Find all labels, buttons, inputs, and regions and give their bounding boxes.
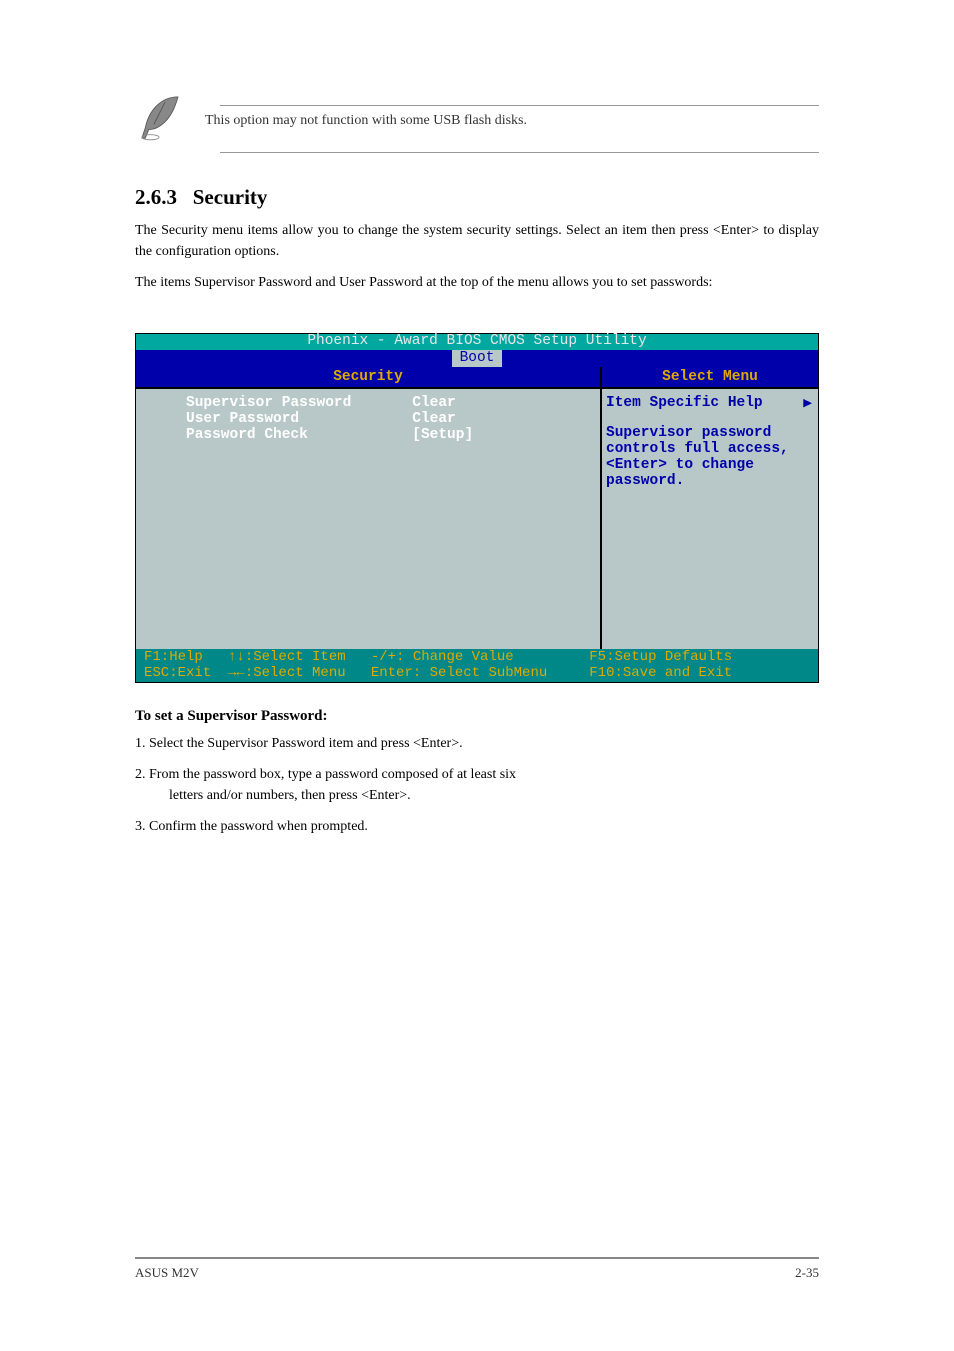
note-divider-bottom [220, 152, 819, 153]
intro-paragraph-2: The items Supervisor Password and User P… [135, 272, 819, 293]
bios-body: Supervisor Password Clear User Password … [136, 389, 818, 649]
bios-tab-row: Boot [136, 350, 818, 367]
page-footer: ASUS M2V 2-35 [135, 1257, 819, 1281]
footer-left: ASUS M2V [135, 1265, 199, 1281]
bios-help-body: Supervisor password controls full access… [606, 425, 814, 489]
note-block: This option may not function with some U… [135, 100, 819, 145]
bios-item-password-check[interactable]: Password Check [Setup] [186, 427, 473, 443]
step-2a: 2. From the password box, type a passwor… [135, 764, 819, 785]
bios-item-supervisor-password[interactable]: Supervisor Password Clear [186, 395, 456, 411]
feather-icon [135, 90, 190, 145]
bios-header: Phoenix - Award BIOS CMOS Setup Utility [136, 334, 818, 350]
bios-settings-panel: Supervisor Password Clear User Password … [136, 389, 602, 649]
step-2b: letters and/or numbers, then press <Ente… [135, 785, 819, 806]
bios-footer: F1:Help ↑↓:Select Item -/+: Change Value… [136, 649, 818, 681]
bios-help-title: Item Specific Help [606, 395, 763, 411]
note-divider-top [220, 105, 819, 106]
intro-paragraph-1: The Security menu items allow you to cha… [135, 220, 819, 262]
bios-tab-boot: Boot [452, 350, 503, 367]
step-3: 3. Confirm the password when prompted. [135, 816, 819, 837]
section-number: 2.6.3 [135, 185, 177, 209]
bios-panel-title-left: Security [136, 367, 602, 387]
bios-item-user-password[interactable]: User Password Clear [186, 411, 456, 427]
subsection-title: To set a Supervisor Password: [135, 708, 819, 725]
bios-panel-title-right: Select Menu [602, 367, 818, 387]
section-heading: 2.6.3 Security [135, 185, 819, 210]
footer-right: 2-35 [795, 1265, 819, 1281]
bios-title-row: Security Select Menu [136, 367, 818, 389]
section-title-text: Security [193, 185, 268, 209]
step-1: 1. Select the Supervisor Password item a… [135, 733, 819, 754]
triangle-right-icon: ▶ [803, 395, 812, 412]
bios-screenshot: Phoenix - Award BIOS CMOS Setup Utility … [135, 333, 819, 683]
bios-help-panel: Item Specific Help ▶ Supervisor password… [602, 389, 818, 649]
bios-footer-line1: F1:Help ↑↓:Select Item -/+: Change Value… [144, 649, 732, 665]
bios-footer-line2: ESC:Exit →←:Select Menu Enter: Select Su… [144, 665, 732, 681]
